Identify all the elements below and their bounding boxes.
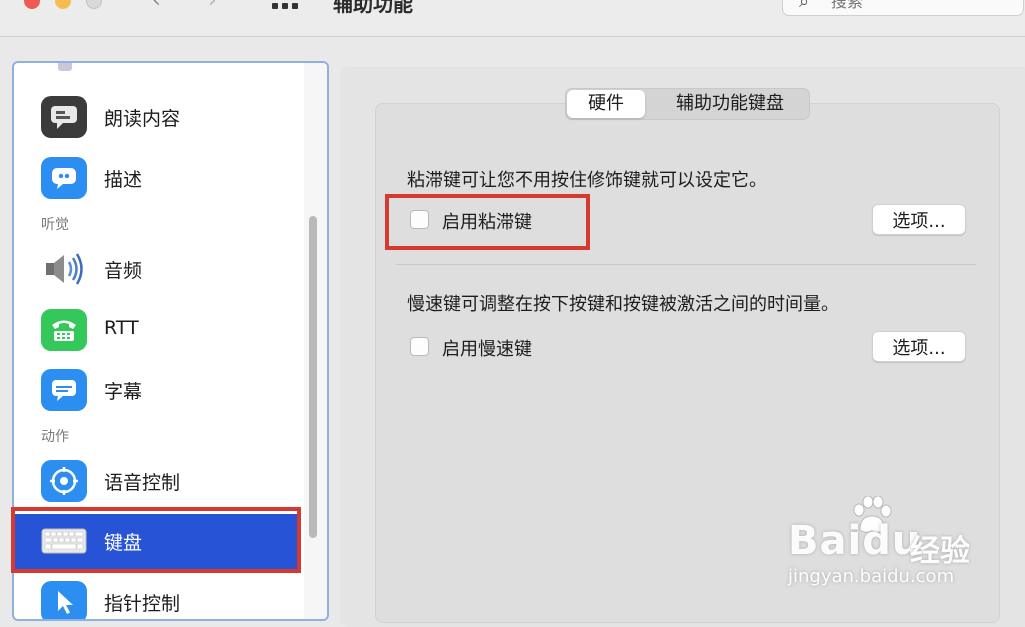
slow-keys-checkbox[interactable] <box>410 337 429 356</box>
sticky-keys-checkbox[interactable] <box>410 210 429 229</box>
sidebar-scrollbar[interactable] <box>309 216 317 538</box>
sidebar-item-label: 描述 <box>104 169 143 191</box>
tty-phone-icon <box>41 309 87 351</box>
sidebar-item-pointer-control[interactable]: 指针控制 <box>14 575 304 619</box>
minimize-window-button[interactable] <box>55 0 71 9</box>
sidebar-item-label: 键盘 <box>104 532 143 554</box>
sidebar-item-label: 朗读内容 <box>104 108 181 130</box>
search-icon: ⌕ <box>799 0 810 12</box>
section-header-hearing: 听觉 <box>41 217 69 233</box>
sidebar-item-spoken-content[interactable]: 朗读内容 <box>14 90 304 144</box>
sidebar-item-label: 语音控制 <box>104 472 181 494</box>
close-window-button[interactable] <box>24 0 40 9</box>
sidebar-item-label: 字幕 <box>104 381 143 403</box>
sticky-keys-description: 粘滞键可让您不用按住修饰键就可以设定它。 <box>407 170 767 191</box>
search-input[interactable] <box>829 0 1013 14</box>
forward-arrow-icon[interactable]: › <box>208 0 217 13</box>
sidebar-item-voice-control[interactable]: 语音控制 <box>14 454 304 508</box>
slow-keys-description: 慢速键可调整在按下按键和按键被激活之间的时间量。 <box>407 294 839 315</box>
slow-keys-label[interactable]: 启用慢速键 <box>442 335 532 361</box>
sidebar-item-descriptions[interactable]: 描述 <box>14 151 304 205</box>
sidebar[interactable]: 朗读内容 描述 听觉 音频 RTT 字幕 动作 语音控制 键盘 指针控制 <box>12 61 329 621</box>
captions-icon <box>41 369 87 411</box>
pointer-icon <box>41 581 87 619</box>
sidebar-item-keyboard[interactable]: 键盘 <box>14 514 297 570</box>
watermark-url: jingyan.baidu.com <box>788 566 955 587</box>
sidebar-item-label: 音频 <box>104 260 143 282</box>
slow-keys-options-button[interactable]: 选项... <box>872 331 966 362</box>
section-divider <box>396 264 976 265</box>
back-arrow-icon[interactable]: ‹ <box>152 0 161 13</box>
description-bubble-icon <box>41 157 87 199</box>
sidebar-item-label: 指针控制 <box>104 593 181 615</box>
keyboard-icon <box>41 520 87 562</box>
tab-hardware[interactable]: 硬件 <box>567 90 645 118</box>
speech-bubble-icon <box>41 96 87 138</box>
speaker-icon <box>41 248 87 290</box>
partial-icon <box>58 63 72 71</box>
tab-accessibility-keyboard[interactable]: 辅助功能键盘 <box>651 90 809 118</box>
tab-bar: 硬件 辅助功能键盘 <box>565 88 810 120</box>
search-field[interactable]: ⌕ <box>782 0 1024 16</box>
show-all-grid-icon[interactable] <box>272 0 306 9</box>
sidebar-item-rtt[interactable]: RTT <box>14 303 304 357</box>
sidebar-item-label: RTT <box>104 317 139 339</box>
sidebar-item-audio[interactable]: 音频 <box>14 242 304 296</box>
baidu-jingyan-watermark: Baidu 经验 jingyan.baidu.com <box>788 496 1018 596</box>
watermark-suffix: 经验 <box>910 534 970 569</box>
zoom-window-button[interactable] <box>86 0 102 9</box>
voice-control-icon <box>41 460 87 502</box>
title-bar: ‹ › 辅助功能 ⌕ <box>0 0 1025 37</box>
sidebar-item-captions[interactable]: 字幕 <box>14 363 304 417</box>
window-title: 辅助功能 <box>333 0 413 16</box>
sticky-keys-row[interactable]: 启用粘滞键 <box>410 208 580 234</box>
slow-keys-row[interactable]: 启用慢速键 <box>410 335 580 361</box>
sticky-keys-options-button[interactable]: 选项... <box>872 204 966 235</box>
section-header-motor: 动作 <box>41 429 69 445</box>
sticky-keys-label[interactable]: 启用粘滞键 <box>442 208 532 234</box>
watermark-brand: Baidu <box>788 518 922 564</box>
